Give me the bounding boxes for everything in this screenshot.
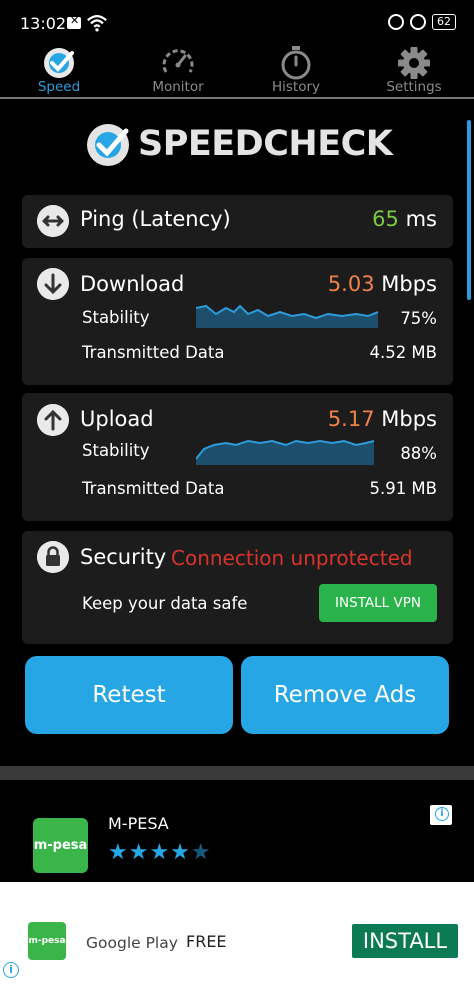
download-number: 5.03 bbox=[327, 272, 375, 296]
upload-stability-label: Stability bbox=[82, 441, 150, 460]
upload-data-value: 5.91 MB bbox=[369, 479, 437, 498]
ping-number: 65 bbox=[372, 207, 399, 231]
tab-speed-label: Speed bbox=[37, 79, 81, 95]
speed-check-icon bbox=[44, 48, 74, 78]
google-play-label: Google Play bbox=[86, 934, 178, 952]
ad-choices-icon[interactable]: i bbox=[430, 805, 452, 825]
upload-title: Upload bbox=[80, 407, 154, 431]
price-label: FREE bbox=[186, 932, 227, 951]
tab-history-label: History bbox=[271, 79, 321, 95]
top-nav: Speed Monitor History Settings bbox=[0, 44, 474, 98]
scrollbar[interactable] bbox=[467, 120, 471, 300]
logo-text: SPEEDCHECK bbox=[138, 124, 393, 164]
bottom-banner-ad[interactable]: m-pesa Google Play FREE INSTALL i bbox=[0, 882, 474, 1000]
download-unit: Mbps bbox=[381, 272, 437, 296]
security-card: Security Connection unprotected Keep you… bbox=[22, 531, 453, 644]
upload-unit: Mbps bbox=[381, 407, 437, 431]
download-title: Download bbox=[80, 272, 185, 296]
lock-status-icon bbox=[410, 14, 426, 30]
download-data-value: 4.52 MB bbox=[369, 343, 437, 362]
tab-history[interactable]: History bbox=[241, 44, 351, 98]
lock-icon bbox=[37, 541, 69, 573]
arrow-up-icon bbox=[37, 404, 69, 436]
security-message: Keep your data safe bbox=[82, 594, 248, 613]
ping-card: Ping (Latency) 65 ms bbox=[22, 195, 453, 248]
speedcheck-logo-icon bbox=[87, 124, 129, 166]
speedcheck-logo: SPEEDCHECK bbox=[86, 120, 396, 170]
security-title: Security bbox=[80, 545, 167, 569]
gear-icon bbox=[398, 47, 430, 79]
rating-stars: ★★★★★ bbox=[108, 840, 212, 865]
tab-speed[interactable]: Speed bbox=[4, 44, 114, 98]
upload-number: 5.17 bbox=[327, 407, 375, 431]
ad-app-name[interactable]: M-PESA bbox=[108, 814, 169, 833]
stopwatch-icon bbox=[281, 46, 311, 80]
upload-value: 5.17 Mbps bbox=[328, 407, 437, 431]
install-button[interactable]: INSTALL bbox=[352, 924, 458, 958]
ping-title: Ping (Latency) bbox=[80, 207, 231, 231]
arrow-down-icon bbox=[37, 268, 69, 300]
download-stability-label: Stability bbox=[82, 308, 150, 327]
arrows-horizontal-icon bbox=[37, 205, 69, 237]
download-value: 5.03 Mbps bbox=[328, 272, 437, 296]
upload-card: Upload 5.17 Mbps Stability 88% Transmitt… bbox=[22, 393, 453, 521]
upload-stability-graph bbox=[196, 439, 375, 465]
mpesa-app-icon[interactable]: m-pesa bbox=[33, 818, 88, 873]
tab-monitor-label: Monitor bbox=[152, 79, 204, 95]
wifi-icon bbox=[87, 15, 107, 32]
remove-ads-button[interactable]: Remove Ads bbox=[241, 656, 449, 734]
tab-settings[interactable]: Settings bbox=[359, 44, 469, 98]
tab-settings-label: Settings bbox=[386, 79, 442, 95]
download-data-label: Transmitted Data bbox=[82, 343, 225, 362]
info-icon[interactable]: i bbox=[3, 962, 19, 978]
alarm-icon bbox=[388, 14, 404, 30]
section-divider bbox=[0, 766, 474, 780]
notification-icon: ✕ bbox=[67, 14, 81, 29]
banner-app-icon[interactable]: m-pesa bbox=[28, 922, 66, 960]
retest-button[interactable]: Retest bbox=[25, 656, 233, 734]
install-vpn-button[interactable]: INSTALL VPN bbox=[319, 584, 437, 622]
download-stability-value: 75% bbox=[400, 309, 437, 328]
status-time: 13:02 bbox=[20, 14, 67, 33]
status-bar: 13:02 ✕ 62 bbox=[0, 0, 474, 44]
ping-value: 65 ms bbox=[372, 207, 437, 231]
battery-icon: 62 bbox=[432, 14, 456, 30]
nav-divider bbox=[0, 97, 474, 99]
ping-unit: ms bbox=[405, 207, 437, 231]
security-status: Connection unprotected bbox=[171, 546, 413, 570]
download-stability-graph bbox=[196, 304, 379, 328]
gauge-icon bbox=[162, 49, 194, 73]
upload-stability-value: 88% bbox=[400, 444, 437, 463]
download-card: Download 5.03 Mbps Stability 75% Transmi… bbox=[22, 258, 453, 385]
native-ad[interactable]: m-pesa M-PESA ★★★★★ i bbox=[0, 780, 474, 882]
upload-data-label: Transmitted Data bbox=[82, 479, 225, 498]
tab-monitor[interactable]: Monitor bbox=[123, 44, 233, 98]
